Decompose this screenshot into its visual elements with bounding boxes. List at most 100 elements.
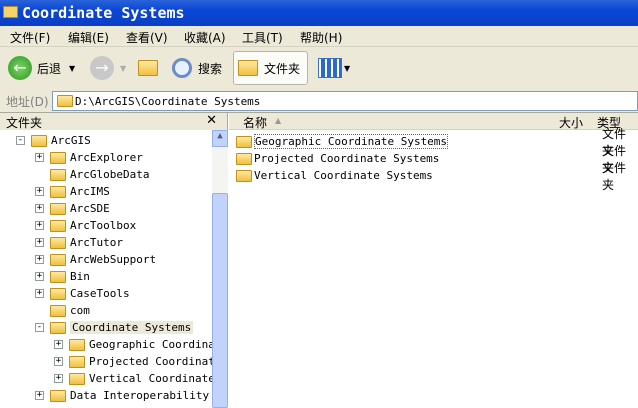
menu-bar: 文件(F) 编辑(E) 查看(V) 收藏(A) 工具(T) 帮助(H) [0,26,638,47]
expand-icon[interactable]: + [54,357,63,366]
folder-icon [50,270,66,283]
tree-item[interactable]: + ArcTutor [35,234,123,251]
folders-pane-header: 文件夹 ✕ [0,113,227,130]
tree-item[interactable]: + Vertical Coordinate S [54,370,212,387]
expand-icon[interactable]: + [35,204,44,213]
tree-item[interactable]: + Projected Coordinate [54,353,212,370]
tree-item-label: ArcTutor [70,236,123,249]
tree-item[interactable]: ArcGlobeData [35,166,149,183]
address-value: D:\ArcGIS\Coordinate Systems [75,95,261,108]
views-button[interactable]: ▼ [318,51,350,85]
dropdown-icon[interactable]: ▼ [69,64,75,73]
folders-pane-title: 文件夹 [6,116,43,130]
menu-edit[interactable]: 编辑(E) [68,29,109,46]
tree-item[interactable]: com [35,302,90,319]
back-arrow-icon: ← [8,56,32,80]
folder-icon [69,372,85,385]
tree-item-label: Bin [70,270,90,283]
address-label: 地址(D) [6,95,49,109]
tree-item-label: ArcIMS [70,185,110,198]
menu-tools[interactable]: 工具(T) [242,29,283,46]
folder-icon [69,355,85,368]
forward-arrow-icon: → [90,56,114,80]
folder-icon [50,185,66,198]
column-size[interactable]: 大小 [559,114,583,131]
folders-icon [238,60,258,76]
tree-item-label: Data Interoperability Ex [70,389,212,402]
expand-icon[interactable]: + [35,238,44,247]
search-button[interactable]: 搜索 [172,51,222,85]
menu-favorites[interactable]: 收藏(A) [184,29,226,46]
forward-button[interactable]: → ▼ [90,51,126,85]
expand-icon[interactable]: + [54,374,63,383]
folder-icon [50,202,66,215]
expand-icon[interactable]: + [35,289,44,298]
tree-item[interactable]: + CaseTools [35,285,130,302]
tree-item-label: Coordinate Systems [70,321,194,334]
tree-item[interactable]: - Coordinate Systems [35,319,194,336]
expand-icon[interactable]: + [35,391,44,400]
folders-label: 文件夹 [264,61,301,76]
close-icon[interactable]: ✕ [206,113,217,128]
folders-button[interactable]: 文件夹 [233,51,308,85]
list-item[interactable]: Vertical Coordinate Systems 文件夹 [236,161,636,192]
dropdown-icon: ▼ [344,63,351,73]
menu-file[interactable]: 文件(F) [10,29,50,46]
folder-icon [50,287,66,300]
expand-icon[interactable]: + [35,187,44,196]
tree-item[interactable]: + ArcSDE [35,200,110,217]
folder-icon [50,219,66,232]
menu-help[interactable]: 帮助(H) [300,29,342,46]
list-header: 名称 ▲ 大小 类型 [229,113,638,130]
sort-arrow-icon: ▲ [275,116,282,125]
tree-item[interactable]: + ArcExplorer [35,149,143,166]
list-item[interactable]: Projected Coordinate Systems 文件夹 [236,144,636,175]
tree-item-label: ArcGlobeData [70,168,150,181]
back-button[interactable]: ← 后退 ▼ [8,51,75,85]
tree-item[interactable]: + Bin [35,268,90,285]
search-label: 搜索 [198,61,223,76]
tree-item-label: ArcGIS [51,134,91,147]
toolbar: ← 后退 ▼ → ▼ 搜索 文件夹 ▼ [0,47,638,89]
list-item[interactable]: Geographic Coordinate Systems 文件夹 [236,127,636,158]
folder-icon [69,338,85,351]
folder-icon [57,95,73,107]
expand-icon[interactable]: + [35,272,44,281]
address-input[interactable]: D:\ArcGIS\Coordinate Systems [52,91,638,111]
folder-icon [50,304,66,317]
tree-scrollbar[interactable]: ▲ [212,130,228,408]
up-folder-button[interactable] [138,51,158,85]
expand-icon[interactable]: + [35,255,44,264]
folder-icon [50,389,66,402]
tree-item-label: ArcExplorer [70,151,143,164]
collapse-icon[interactable]: - [16,136,25,145]
column-name[interactable]: 名称 [243,114,267,131]
back-label: 后退 [37,61,62,76]
tree-item[interactable]: + Geographic Coordinat [54,336,212,353]
window-title: Coordinate Systems [22,4,185,22]
tree-item[interactable]: - ArcGIS [16,132,91,149]
list-item-name: Projected Coordinate Systems [254,152,440,165]
tree-item-label: ArcSDE [70,202,110,215]
expand-icon[interactable]: + [54,340,63,349]
tree-item[interactable]: + ArcWebSupport [35,251,156,268]
tree-item[interactable]: + ArcIMS [35,183,110,200]
collapse-icon[interactable]: - [35,323,44,332]
scroll-up-button[interactable]: ▲ [212,130,228,147]
folders-pane: 文件夹 ✕ - ArcGIS + ArcExplorer ArcGlobeData + Arc… [0,113,228,408]
scroll-thumb[interactable] [212,193,228,408]
tree-item-label: ArcToolbox [70,219,137,232]
folder-icon [50,151,66,164]
title-bar: Coordinate Systems [0,0,638,26]
expand-icon[interactable]: + [35,153,44,162]
folder-icon [236,169,252,182]
menu-view[interactable]: 查看(V) [126,29,168,46]
tree-item[interactable]: + ArcToolbox [35,217,136,234]
tree-item-label: ArcWebSupport [70,253,157,266]
tree-item[interactable]: + Data Interoperability Ex [35,387,212,404]
expand-icon[interactable]: + [35,221,44,230]
folder-icon [50,253,66,266]
tree-item-label: Projected Coordinate [89,355,212,368]
list-item-type: 文件夹 [602,160,627,192]
tree-item-label: Geographic Coordinat [89,338,212,351]
